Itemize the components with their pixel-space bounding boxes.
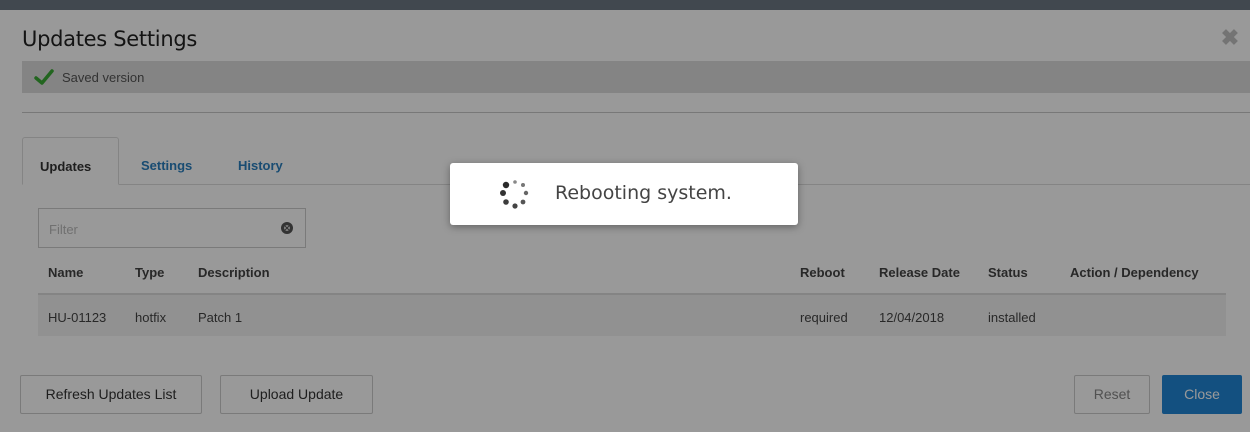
spinner-icon: [500, 180, 529, 209]
rebooting-dialog: Rebooting system.: [450, 163, 798, 225]
page: Updates Settings ✖ Saved version Updates…: [0, 0, 1250, 432]
rebooting-message: Rebooting system.: [555, 182, 732, 204]
